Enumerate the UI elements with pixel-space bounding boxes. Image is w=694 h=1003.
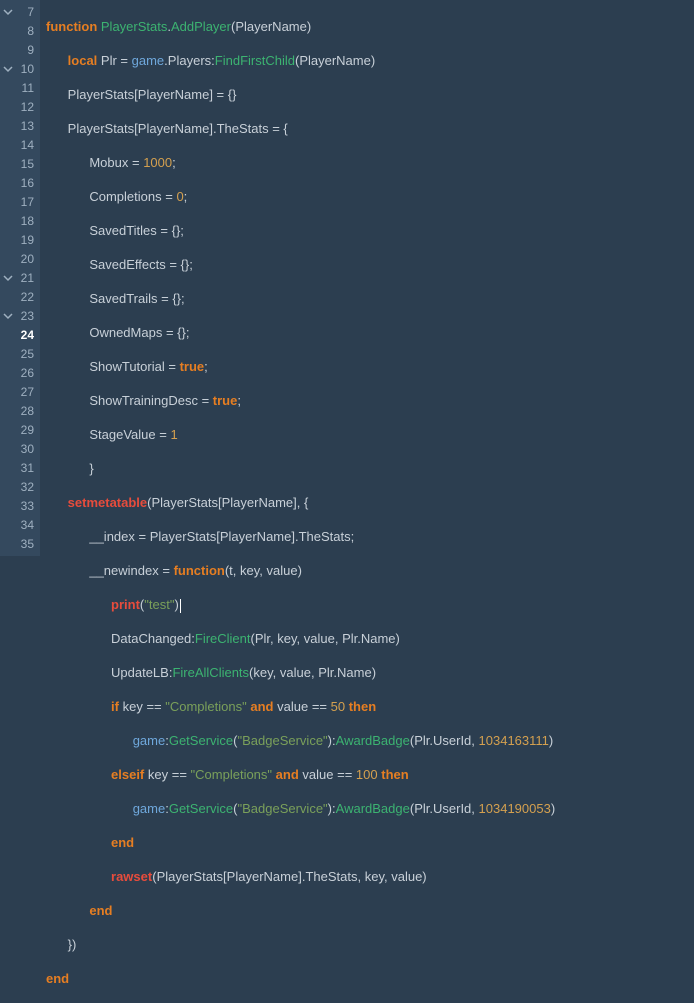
gutter-line[interactable]: 19	[0, 230, 40, 249]
gutter-line[interactable]: 15	[0, 154, 40, 173]
code-line[interactable]: StageValue = 1	[46, 425, 694, 444]
code-line[interactable]: if key == "Completions" and value == 50 …	[46, 697, 694, 716]
code-line[interactable]: rawset(PlayerStats[PlayerName].TheStats,…	[46, 867, 694, 886]
gutter-line[interactable]: 24	[0, 325, 40, 344]
gutter-line[interactable]: 28	[0, 401, 40, 420]
gutter: 7 8 9 10 11 12 13 14 15 16 17 18 19 20 21 22 23 24 25 26 27 2…	[0, 0, 40, 556]
line-number: 24	[21, 328, 36, 342]
gutter-line[interactable]: 35	[0, 534, 40, 553]
gutter-line[interactable]: 29	[0, 420, 40, 439]
line-number: 15	[21, 157, 36, 171]
line-number: 21	[21, 271, 36, 285]
code-line[interactable]: DataChanged:FireClient(Plr, key, value, …	[46, 629, 694, 648]
gutter-line[interactable]: 32	[0, 477, 40, 496]
code-line[interactable]: ShowTutorial = true;	[46, 357, 694, 376]
code-line[interactable]: __newindex = function(t, key, value)	[46, 561, 694, 580]
gutter-line[interactable]: 25	[0, 344, 40, 363]
gutter-line[interactable]: 18	[0, 211, 40, 230]
code-line[interactable]: end	[46, 969, 694, 988]
code-line[interactable]: __index = PlayerStats[PlayerName].TheSta…	[46, 527, 694, 546]
line-number: 10	[21, 62, 36, 76]
code-line[interactable]: function PlayerStats.AddPlayer(PlayerNam…	[46, 17, 694, 36]
fold-chevron-icon[interactable]	[2, 63, 14, 75]
code-line[interactable]: UpdateLB:FireAllClients(key, value, Plr.…	[46, 663, 694, 682]
gutter-line[interactable]: 14	[0, 135, 40, 154]
line-number: 25	[21, 347, 36, 361]
code-line[interactable]: end	[46, 901, 694, 920]
text-cursor	[180, 599, 181, 613]
line-number: 17	[21, 195, 36, 209]
code-line[interactable]: end	[46, 833, 694, 852]
gutter-line[interactable]: 7	[0, 2, 40, 21]
line-number: 31	[21, 461, 36, 475]
gutter-line[interactable]: 33	[0, 496, 40, 515]
line-number: 11	[22, 81, 36, 95]
gutter-line[interactable]: 21	[0, 268, 40, 287]
func-name: PlayerStats	[101, 19, 167, 34]
line-number: 20	[21, 252, 36, 266]
code-line[interactable]: }	[46, 459, 694, 478]
line-number: 14	[21, 138, 36, 152]
line-number: 27	[21, 385, 36, 399]
line-number: 9	[27, 43, 36, 57]
gutter-line[interactable]: 31	[0, 458, 40, 477]
code-line[interactable]: })	[46, 935, 694, 954]
code-line[interactable]: PlayerStats[PlayerName].TheStats = {	[46, 119, 694, 138]
line-number: 18	[21, 214, 36, 228]
gutter-line[interactable]: 12	[0, 97, 40, 116]
gutter-line[interactable]: 34	[0, 515, 40, 534]
fold-chevron-icon[interactable]	[2, 6, 14, 18]
line-number: 26	[21, 366, 36, 380]
code-editor[interactable]: function PlayerStats.AddPlayer(PlayerNam…	[40, 0, 694, 556]
gutter-line[interactable]: 10	[0, 59, 40, 78]
line-number: 34	[21, 518, 36, 532]
code-line[interactable]: ShowTrainingDesc = true;	[46, 391, 694, 410]
code-line[interactable]: local Plr = game.Players:FindFirstChild(…	[46, 51, 694, 70]
gutter-line[interactable]: 17	[0, 192, 40, 211]
code-line[interactable]: game:GetService("BadgeService"):AwardBad…	[46, 799, 694, 818]
line-number: 13	[21, 119, 36, 133]
line-number: 35	[21, 537, 36, 551]
line-number: 33	[21, 499, 36, 513]
line-number: 23	[21, 309, 36, 323]
code-line[interactable]: SavedTrails = {};	[46, 289, 694, 308]
code-line[interactable]: game:GetService("BadgeService"):AwardBad…	[46, 731, 694, 750]
code-line[interactable]: setmetatable(PlayerStats[PlayerName], {	[46, 493, 694, 512]
gutter-line[interactable]: 30	[0, 439, 40, 458]
gutter-line[interactable]: 26	[0, 363, 40, 382]
gutter-line[interactable]: 27	[0, 382, 40, 401]
line-number: 12	[21, 100, 36, 114]
code-line[interactable]: SavedEffects = {};	[46, 255, 694, 274]
line-number: 22	[21, 290, 36, 304]
line-number: 16	[21, 176, 36, 190]
line-number: 32	[21, 480, 36, 494]
gutter-line[interactable]: 16	[0, 173, 40, 192]
code-line[interactable]: OwnedMaps = {};	[46, 323, 694, 342]
gutter-line[interactable]: 22	[0, 287, 40, 306]
code-line[interactable]: PlayerStats[PlayerName] = {}	[46, 85, 694, 104]
keyword: function	[46, 19, 97, 34]
line-number: 29	[21, 423, 36, 437]
code-line[interactable]: SavedTitles = {};	[46, 221, 694, 240]
gutter-line[interactable]: 13	[0, 116, 40, 135]
line-number: 8	[27, 24, 36, 38]
code-line[interactable]: Mobux = 1000;	[46, 153, 694, 172]
line-number: 30	[21, 442, 36, 456]
gutter-line[interactable]: 8	[0, 21, 40, 40]
gutter-line[interactable]: 9	[0, 40, 40, 59]
gutter-line[interactable]: 11	[0, 78, 40, 97]
line-number: 28	[21, 404, 36, 418]
code-line[interactable]: Completions = 0;	[46, 187, 694, 206]
code-line[interactable]: elseif key == "Completions" and value ==…	[46, 765, 694, 784]
fold-chevron-icon[interactable]	[2, 272, 14, 284]
line-number: 7	[27, 5, 36, 19]
line-number: 19	[21, 233, 36, 247]
gutter-line[interactable]: 20	[0, 249, 40, 268]
code-line[interactable]: print("test")	[46, 595, 694, 614]
fold-chevron-icon[interactable]	[2, 310, 14, 322]
gutter-line[interactable]: 23	[0, 306, 40, 325]
